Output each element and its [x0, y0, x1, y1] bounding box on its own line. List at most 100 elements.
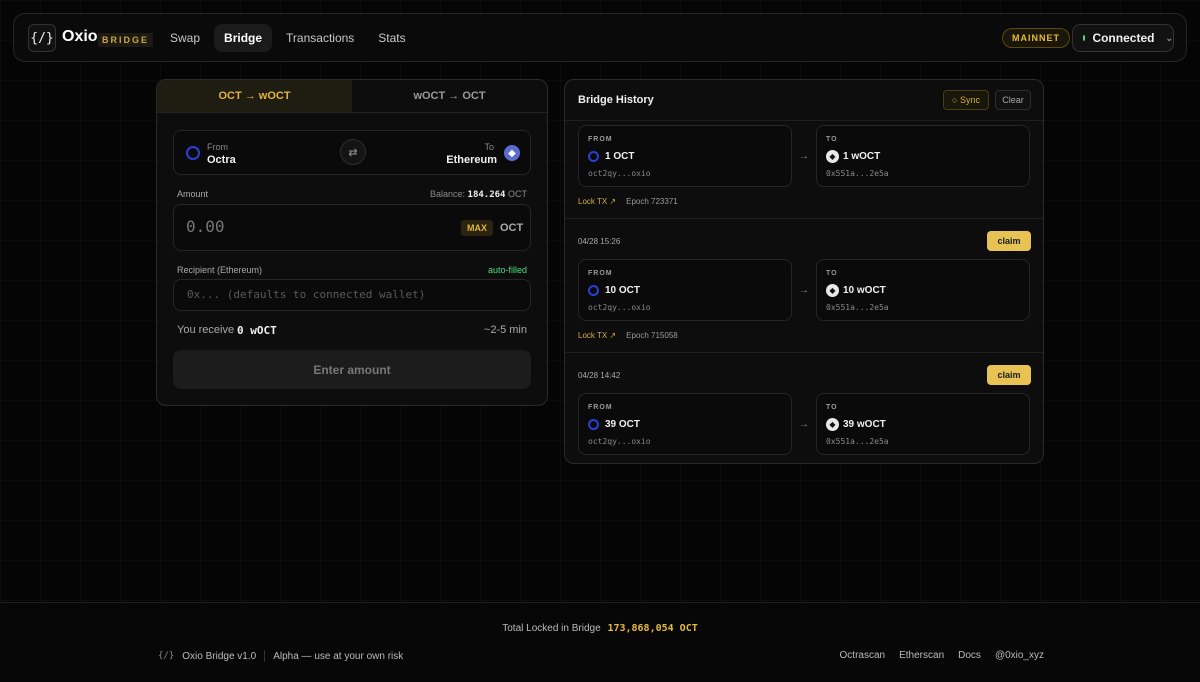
footer-link-twitter[interactable]: @0xio_xyz: [995, 650, 1044, 661]
to-box: TO ◆ 39 wOCT 0x551a...2e5a: [816, 393, 1030, 455]
to-amount: 39 wOCT: [843, 419, 886, 430]
ethereum-icon: ◆: [504, 145, 520, 161]
balance-label: Balance:: [430, 189, 466, 199]
to-box: TO ◆ 1 wOCT 0x551a...2e5a: [816, 125, 1030, 187]
history-entry: 04/28 15:26 claim FROM 10 OCT oct2qy...o…: [565, 218, 1043, 352]
tab-oct-to-woct[interactable]: OCT → wOCT: [157, 80, 352, 112]
recipient-input[interactable]: [187, 288, 517, 301]
lock-tx-link[interactable]: Lock TX ↗: [578, 331, 616, 340]
epoch-label: Epoch 723371: [626, 197, 678, 206]
locked-label: Total Locked in Bridge: [502, 623, 601, 634]
eta-text: ~2-5 min: [483, 324, 527, 336]
from-address: oct2qy...oxio: [588, 303, 651, 312]
ethereum-icon: ◆: [826, 418, 839, 431]
footer-link-etherscan[interactable]: Etherscan: [899, 650, 944, 661]
arrow-right-icon: →: [799, 151, 809, 162]
from-box: FROM 1 OCT oct2qy...oxio: [578, 125, 792, 187]
status-dot-icon: [1083, 35, 1086, 41]
from-label: FROM: [588, 404, 613, 411]
entry-timestamp: 04/28 14:42: [578, 371, 621, 380]
ethereum-icon: ◆: [826, 284, 839, 297]
to-label: To: [484, 142, 494, 152]
from-label: FROM: [588, 270, 613, 277]
footer-link-docs[interactable]: Docs: [958, 650, 981, 661]
octra-icon: [186, 146, 200, 160]
from-address: oct2qy...oxio: [588, 437, 651, 446]
from-box: FROM 39 OCT oct2qy...oxio: [578, 393, 792, 455]
to-address: 0x551a...2e5a: [826, 169, 889, 178]
brand-tag: BRIDGE: [98, 33, 154, 47]
lock-tx-link[interactable]: Lock TX ↗: [578, 197, 616, 206]
amount-field: MAX OCT: [173, 204, 531, 251]
claim-button[interactable]: claim: [987, 365, 1031, 385]
nav-stats[interactable]: Stats: [368, 24, 415, 52]
entry-timestamp: 04/28 15:26: [578, 237, 621, 246]
arrow-right-icon: →: [799, 419, 809, 430]
max-button[interactable]: MAX: [461, 220, 493, 236]
balance-unit: OCT: [508, 189, 527, 199]
to-chain: Ethereum: [446, 154, 497, 166]
recipient-status: auto-filled: [487, 265, 527, 275]
divider: [264, 650, 266, 662]
balance-display: Balance: 184.264 OCT: [430, 189, 527, 200]
locked-value: 173,868,054 OCT: [607, 623, 698, 634]
main-nav: Swap Bridge Transactions Stats: [160, 24, 416, 52]
to-address: 0x551a...2e5a: [826, 303, 889, 312]
nav-transactions[interactable]: Transactions: [276, 24, 364, 52]
to-amount: 1 wOCT: [843, 151, 881, 162]
footer-info: {/} Oxio Bridge v1.0 Alpha — use at your…: [158, 650, 403, 662]
route-selector: From Octra ⇄ To Ethereum ◆: [173, 130, 531, 175]
ethereum-icon: ◆: [826, 150, 839, 163]
amount-unit: OCT: [500, 222, 524, 234]
footer: Total Locked in Bridge 173,868,054 OCT {…: [0, 602, 1200, 682]
logo-icon[interactable]: {/}: [28, 24, 56, 52]
history-title: Bridge History: [578, 94, 654, 106]
nav-bridge[interactable]: Bridge: [214, 24, 273, 52]
swap-direction-button[interactable]: ⇄: [340, 139, 366, 165]
to-amount: 10 wOCT: [843, 285, 886, 296]
footer-links: Octrascan Etherscan Docs @0xio_xyz: [840, 650, 1044, 661]
total-locked: Total Locked in Bridge 173,868,054 OCT: [0, 623, 1200, 634]
top-navbar: {/} Oxio BRIDGE Swap Bridge Transactions…: [13, 13, 1187, 62]
from-address: oct2qy...oxio: [588, 169, 651, 178]
version-text: Oxio Bridge v1.0: [182, 650, 257, 662]
disclaimer-text: Alpha — use at your own risk: [273, 650, 404, 662]
from-chain: Octra: [207, 154, 236, 166]
from-box: FROM 10 OCT oct2qy...oxio: [578, 259, 792, 321]
chevron-down-icon: ⌄: [1165, 32, 1173, 43]
from-label: From: [207, 142, 228, 152]
recipient-field: [173, 279, 531, 311]
wallet-status: Connected: [1092, 31, 1155, 45]
amount-input[interactable]: [186, 217, 426, 236]
wallet-button[interactable]: Connected ⌄: [1072, 24, 1174, 52]
arrow-right-icon: →: [799, 285, 809, 296]
from-label: FROM: [588, 136, 613, 143]
receive-value: 0 wOCT: [237, 324, 277, 337]
from-amount: 10 OCT: [605, 285, 641, 296]
direction-tabs: OCT → wOCT wOCT → OCT: [157, 80, 547, 113]
to-label: TO: [826, 404, 838, 411]
sync-button[interactable]: ○ Sync: [943, 90, 989, 110]
octra-icon: [588, 151, 599, 162]
tx-links: Lock TX ↗ Epoch 723371: [578, 197, 678, 206]
receive-label: You receive: [177, 324, 235, 336]
history-entry: 04/28 14:42 claim FROM 39 OCT oct2qy...o…: [565, 352, 1043, 463]
clear-button[interactable]: Clear: [995, 90, 1031, 110]
tab-woct-to-oct[interactable]: wOCT → OCT: [352, 80, 547, 112]
logo-icon: {/}: [158, 651, 175, 661]
bridge-card: OCT → wOCT wOCT → OCT From Octra ⇄ To Et…: [156, 79, 548, 406]
footer-link-octrascan[interactable]: Octrascan: [840, 650, 886, 661]
recipient-label: Recipient (Ethereum): [177, 265, 263, 275]
to-box: TO ◆ 10 wOCT 0x551a...2e5a: [816, 259, 1030, 321]
nav-swap[interactable]: Swap: [160, 24, 210, 52]
octra-icon: [588, 285, 599, 296]
network-badge[interactable]: MAINNET: [1002, 28, 1070, 48]
claim-button[interactable]: claim: [987, 231, 1031, 251]
brand-name: Oxio: [62, 28, 98, 45]
history-card: Bridge History ○ Sync Clear FROM 1 OCT o…: [564, 79, 1044, 464]
submit-button[interactable]: Enter amount: [173, 350, 531, 389]
to-label: TO: [826, 136, 838, 143]
history-entry: FROM 1 OCT oct2qy...oxio → TO ◆ 1 wOCT 0…: [565, 120, 1043, 218]
octra-icon: [588, 419, 599, 430]
epoch-label: Epoch 715058: [626, 331, 678, 340]
